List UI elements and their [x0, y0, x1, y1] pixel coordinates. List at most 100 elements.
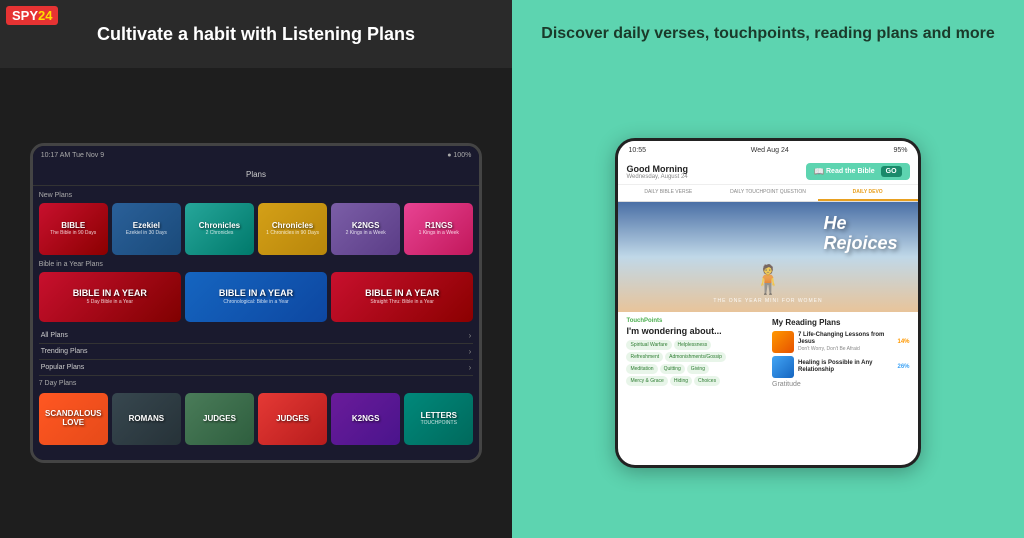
touchpoints-label: TouchPoints: [626, 318, 764, 324]
tab-daily-devo[interactable]: DAILY DEVO: [818, 185, 918, 201]
bp-title-romans: ROMANS: [129, 415, 165, 424]
rp-info-2: Healing is Possible in Any Relationship: [798, 360, 894, 374]
phone-time: 10:55: [628, 147, 646, 154]
plan-card-kings2[interactable]: K2NGS 2 Kings in a Week: [331, 203, 400, 255]
bp-card-romans[interactable]: ROMANS: [112, 393, 181, 445]
touchpoints-section: TouchPoints I'm wondering about... Spiri…: [626, 318, 764, 388]
plan-sub-chronicles2: 1 Chronicles in 90 Days: [266, 230, 319, 236]
tab-daily-bible-verse[interactable]: DAILY BIBLE VERSE: [618, 185, 718, 201]
plan-sub-ezekiel: Ezekiel in 30 Days: [126, 230, 167, 236]
bp-card-judges-small[interactable]: JUDGES: [185, 393, 254, 445]
tag-refreshment[interactable]: Refreshment: [626, 352, 663, 362]
plan-card-chronicles1[interactable]: Chronicles 2 Chronicles: [185, 203, 254, 255]
tablet-mockup: 10:17 AM Tue Nov 9 ● 100% Plans New Plan…: [30, 143, 483, 463]
silhouette-icon: 🧍: [751, 263, 786, 296]
hero-subtitle: THE ONE YEAR MINI FOR WOMEN: [618, 298, 917, 304]
plan-card-ezekiel[interactable]: Ezekiel Ezekiel in 30 Days: [112, 203, 181, 255]
left-heading: Cultivate a habit with Listening Plans: [97, 24, 415, 45]
by-sub-1: 5 Day Bible in a Year: [87, 299, 133, 305]
by-sub-2: Chronological: Bible in a Year: [223, 299, 288, 305]
tags-row-3: Meditation Quitting Giving: [626, 364, 764, 374]
app-wrapper: SPY24 Cultivate a habit with Listening P…: [0, 0, 1024, 538]
chevron-right-icon-3: ›: [469, 363, 472, 372]
bp-title-scandal: SCANDALOUS LOVE: [39, 410, 108, 428]
popular-plans-label: Popular Plans: [41, 364, 85, 371]
left-panel: 10:17 AM Tue Nov 9 ● 100% Plans New Plan…: [0, 68, 512, 538]
reading-plan-item-1[interactable]: 7 Life-Changing Lessons from Jesus Don't…: [772, 331, 910, 353]
tag-mercy[interactable]: Mercy & Grace: [626, 376, 667, 386]
spy-badge: SPY24: [6, 6, 58, 25]
by-card-1[interactable]: BIBLE IN A YEAR 5 Day Bible in a Year: [39, 272, 181, 322]
all-plans-label: All Plans: [41, 332, 68, 339]
bp-card-scandal[interactable]: SCANDALOUS LOVE: [39, 393, 108, 445]
bp-title-judges-small: JUDGES: [203, 415, 236, 424]
by-title-1: BIBLE IN A YEAR: [73, 289, 147, 299]
tab-daily-touchpoint-label: DAILY TOUCHPOINT QUESTION: [730, 189, 806, 195]
read-bible-button[interactable]: 📖 Read the Bible GO: [806, 163, 909, 180]
tag-giving[interactable]: Giving: [687, 364, 709, 374]
top-left-header: Cultivate a habit with Listening Plans: [0, 0, 512, 68]
tablet-time: 10:17 AM Tue Nov 9: [41, 152, 104, 159]
rp-info-1: 7 Life-Changing Lessons from Jesus Don't…: [798, 332, 894, 352]
plan-card-kings1[interactable]: R1NGS 1 Kings in a Week: [404, 203, 473, 255]
new-plans-label: New Plans: [39, 192, 474, 199]
phone-date: Wednesday, August 24: [626, 174, 687, 180]
reading-plan-item-2[interactable]: Healing is Possible in Any Relationship …: [772, 356, 910, 378]
tablet-body: New Plans BIBLE The Bible in 90 Days Eze…: [33, 186, 480, 460]
reading-plans-section: My Reading Plans 7 Life-Changing Lessons…: [772, 318, 910, 388]
bp-card-letters[interactable]: LETTERS TOUCHPOINTS: [404, 393, 473, 445]
tags-row-4: Mercy & Grace Hiding Choices: [626, 376, 764, 386]
top-right-header: Discover daily verses, touchpoints, read…: [512, 0, 1024, 68]
chevron-right-icon: ›: [469, 331, 472, 340]
plan-title-kings2: K2NGS: [352, 222, 380, 231]
all-plans-row[interactable]: All Plans ›: [39, 328, 474, 344]
rp-thumb-1: [772, 331, 794, 353]
plan-title-chronicles1: Chronicles: [199, 222, 240, 231]
rp-thumb-2: [772, 356, 794, 378]
go-button[interactable]: GO: [881, 166, 902, 177]
tag-choices[interactable]: Choices: [694, 376, 720, 386]
bible-icon: 📖: [814, 167, 824, 176]
phone-mockup: 10:55 Wed Aug 24 95% Good Morning Wednes…: [615, 138, 920, 468]
plan-sub-bible: The Bible in 90 Days: [50, 230, 96, 236]
plan-sub-kings2: 2 Kings in a Week: [346, 230, 386, 236]
rp-name-2: Healing is Possible in Any Relationship: [798, 360, 894, 374]
tag-spiritual-warfare[interactable]: Spiritual Warfare: [626, 340, 671, 350]
hero-text: He Rejoices: [823, 214, 897, 254]
tablet-status-bar: 10:17 AM Tue Nov 9 ● 100%: [33, 146, 480, 164]
plan-title-ezekiel: Ezekiel: [133, 222, 160, 231]
rp-sub-1: Don't Worry, Don't Be Afraid: [798, 346, 894, 352]
reading-plans-title: My Reading Plans: [772, 318, 910, 327]
trending-plans-row[interactable]: Trending Plans ›: [39, 344, 474, 360]
plan-sub-kings1: 1 Kings in a Week: [419, 230, 459, 236]
bp-card-judges-big[interactable]: JUDGES: [258, 393, 327, 445]
spy-text: SPY: [12, 8, 38, 23]
plan-card-chronicles2[interactable]: Chronicles 1 Chronicles in 90 Days: [258, 203, 327, 255]
phone-battery: 95%: [894, 147, 908, 154]
popular-plans-row[interactable]: Popular Plans ›: [39, 360, 474, 376]
tablet-nav-bar: Plans: [33, 164, 480, 186]
tab-daily-touchpoint[interactable]: DAILY TOUCHPOINT QUESTION: [718, 185, 818, 201]
phone-date-status: Wed Aug 24: [751, 147, 789, 154]
bp-card-kings2b[interactable]: K2NGS: [331, 393, 400, 445]
phone-hero: He Rejoices 🧍 THE ONE YEAR MINI FOR WOME…: [618, 202, 917, 312]
bottom-plans-row: SCANDALOUS LOVE ROMANS JUDGES JUDGES K2N: [39, 393, 474, 445]
plan-title-chronicles2: Chronicles: [272, 222, 313, 231]
tag-helplessness[interactable]: Helplessness: [674, 340, 712, 350]
chevron-right-icon-2: ›: [469, 347, 472, 356]
tag-hiding[interactable]: Hiding: [670, 376, 692, 386]
by-sub-3: Straight Thru: Bible in a Year: [370, 299, 434, 305]
plan-title-kings1: R1NGS: [425, 222, 453, 231]
phone-greeting-block: Good Morning Wednesday, August 24: [626, 164, 687, 180]
by-card-2[interactable]: BIBLE IN A YEAR Chronological: Bible in …: [185, 272, 327, 322]
bible-year-row: BIBLE IN A YEAR 5 Day Bible in a Year BI…: [39, 272, 474, 322]
read-bible-label: Read the Bible: [826, 168, 875, 175]
hero-he: He: [823, 213, 846, 233]
tag-quitting[interactable]: Quitting: [660, 364, 685, 374]
plan-card-bible[interactable]: BIBLE The Bible in 90 Days: [39, 203, 108, 255]
tags-row-2: Refreshment Admonishments/Gossip: [626, 352, 764, 362]
bp-title-judges-big: JUDGES: [276, 415, 309, 424]
by-card-3[interactable]: BIBLE IN A YEAR Straight Thru: Bible in …: [331, 272, 473, 322]
tag-admonishments[interactable]: Admonishments/Gossip: [665, 352, 726, 362]
tag-meditation[interactable]: Meditation: [626, 364, 657, 374]
